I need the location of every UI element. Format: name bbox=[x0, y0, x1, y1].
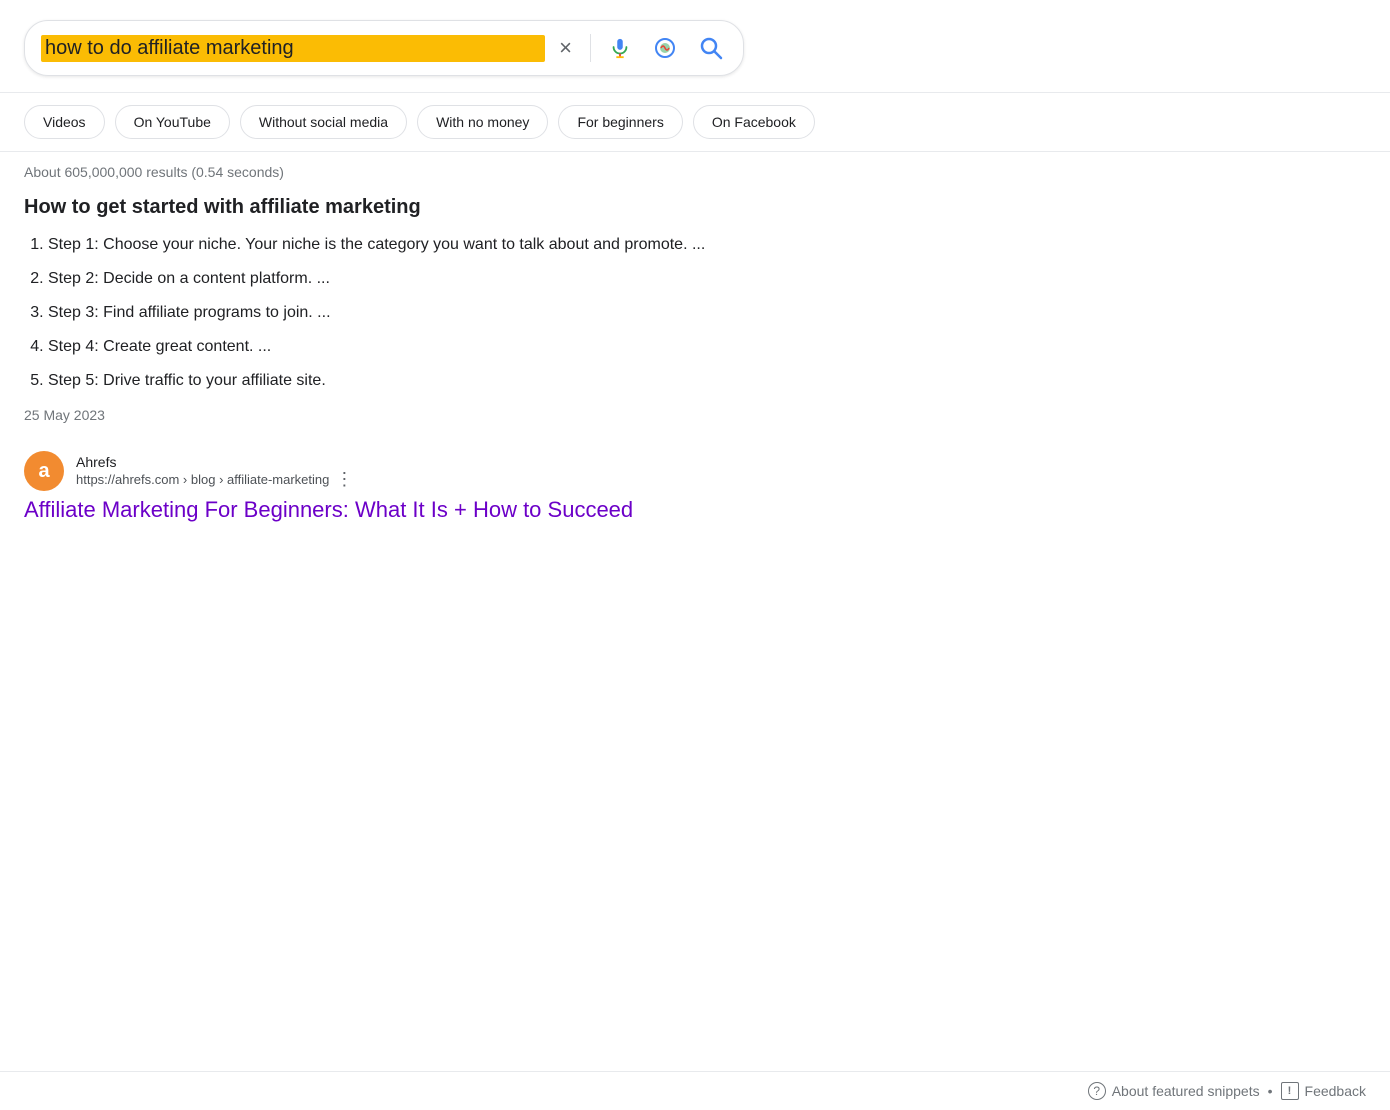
chips-row: Videos On YouTube Without social media W… bbox=[0, 93, 1390, 152]
bottom-bar: ? About featured snippets • ! Feedback bbox=[0, 1071, 1390, 1110]
feedback-label: Feedback bbox=[1305, 1083, 1366, 1099]
chip-no-money[interactable]: With no money bbox=[417, 105, 548, 139]
source-favicon: a bbox=[24, 451, 64, 491]
snippet-step-2: Step 2: Decide on a content platform. ..… bbox=[48, 267, 756, 291]
search-icon bbox=[699, 36, 723, 60]
clear-icon: × bbox=[559, 35, 572, 61]
featured-snippet: How to get started with affiliate market… bbox=[0, 188, 780, 439]
mic-icon bbox=[609, 37, 631, 59]
chip-facebook[interactable]: On Facebook bbox=[693, 105, 815, 139]
dot-separator: • bbox=[1268, 1083, 1273, 1099]
snippet-title: How to get started with affiliate market… bbox=[24, 196, 756, 219]
feedback-button[interactable]: ! Feedback bbox=[1281, 1082, 1366, 1100]
featured-snippets-help[interactable]: ? About featured snippets bbox=[1088, 1082, 1260, 1100]
results-count: About 605,000,000 results (0.54 seconds) bbox=[24, 164, 284, 180]
snippet-step-4: Step 4: Create great content. ... bbox=[48, 335, 756, 359]
help-icon: ? bbox=[1088, 1082, 1106, 1100]
chip-youtube[interactable]: On YouTube bbox=[115, 105, 230, 139]
snippet-step-1: Step 1: Choose your niche. Your niche is… bbox=[48, 233, 756, 257]
mic-button[interactable] bbox=[605, 33, 635, 63]
search-button[interactable] bbox=[695, 32, 727, 64]
source-result: a Ahrefs https://ahrefs.com › blog › aff… bbox=[0, 439, 780, 535]
search-icons: × bbox=[555, 31, 727, 65]
search-query[interactable]: how to do affiliate marketing bbox=[41, 35, 545, 62]
snippets-help-label: About featured snippets bbox=[1112, 1083, 1260, 1099]
search-bar-wrapper: how to do affiliate marketing × bbox=[0, 0, 1390, 93]
chip-beginners[interactable]: For beginners bbox=[558, 105, 682, 139]
results-meta: About 605,000,000 results (0.54 seconds) bbox=[0, 152, 1390, 188]
snippet-step-5: Step 5: Drive traffic to your affiliate … bbox=[48, 369, 756, 393]
source-header: a Ahrefs https://ahrefs.com › blog › aff… bbox=[24, 451, 756, 491]
result-title-link[interactable]: Affiliate Marketing For Beginners: What … bbox=[24, 497, 756, 523]
source-info: Ahrefs https://ahrefs.com › blog › affil… bbox=[76, 454, 353, 488]
result-options-button[interactable]: ⋮ bbox=[335, 470, 353, 488]
snippet-date: 25 May 2023 bbox=[24, 407, 756, 423]
search-bar: how to do affiliate marketing × bbox=[24, 20, 744, 76]
chip-videos[interactable]: Videos bbox=[24, 105, 105, 139]
source-url-row: https://ahrefs.com › blog › affiliate-ma… bbox=[76, 470, 353, 488]
source-name: Ahrefs bbox=[76, 454, 353, 470]
source-url: https://ahrefs.com › blog › affiliate-ma… bbox=[76, 472, 329, 487]
clear-button[interactable]: × bbox=[555, 31, 576, 65]
snippet-list: Step 1: Choose your niche. Your niche is… bbox=[24, 233, 756, 393]
feedback-icon: ! bbox=[1281, 1082, 1299, 1100]
snippet-step-3: Step 3: Find affiliate programs to join.… bbox=[48, 301, 756, 325]
chip-no-social[interactable]: Without social media bbox=[240, 105, 407, 139]
icon-divider bbox=[590, 34, 591, 62]
lens-icon bbox=[653, 36, 677, 60]
lens-button[interactable] bbox=[649, 32, 681, 64]
favicon-letter: a bbox=[38, 460, 49, 483]
